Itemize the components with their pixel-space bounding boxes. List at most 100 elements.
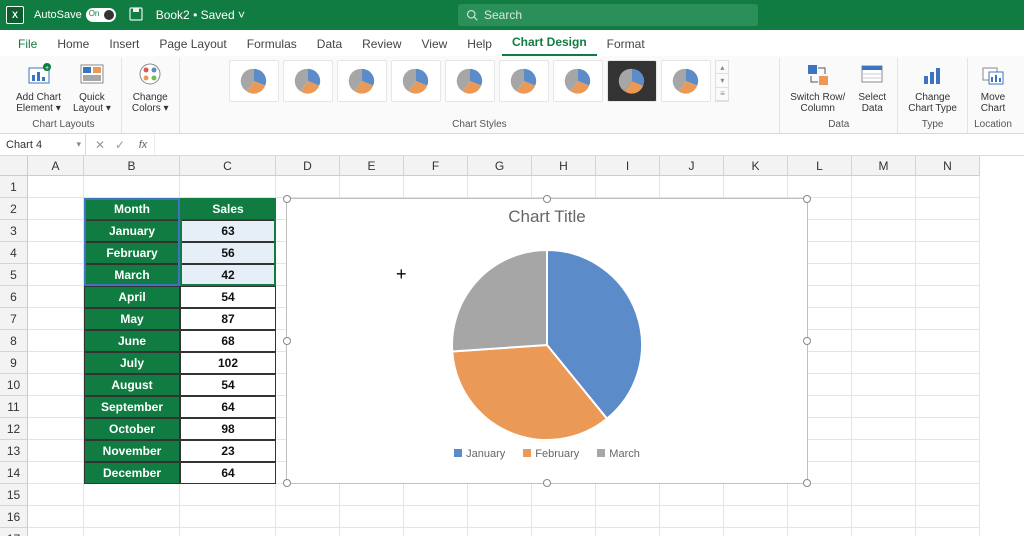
table-row[interactable]: June bbox=[84, 330, 180, 352]
table-row[interactable]: 42 bbox=[180, 264, 276, 286]
table-row[interactable]: September bbox=[84, 396, 180, 418]
tab-page-layout[interactable]: Page Layout bbox=[149, 33, 236, 56]
save-icon[interactable] bbox=[128, 6, 144, 25]
switch-row-column-button[interactable]: Switch Row/ Column bbox=[786, 60, 849, 114]
table-row[interactable]: 64 bbox=[180, 396, 276, 418]
table-row[interactable]: 87 bbox=[180, 308, 276, 330]
row-header-11[interactable]: 11 bbox=[0, 396, 28, 418]
table-row[interactable]: 64 bbox=[180, 462, 276, 484]
tab-formulas[interactable]: Formulas bbox=[237, 33, 307, 56]
col-header-C[interactable]: C bbox=[180, 156, 276, 176]
table-header-month[interactable]: Month bbox=[84, 198, 180, 220]
move-chart-button[interactable]: Move Chart bbox=[974, 60, 1012, 114]
row-header-16[interactable]: 16 bbox=[0, 506, 28, 528]
col-header-E[interactable]: E bbox=[340, 156, 404, 176]
row-header-14[interactable]: 14 bbox=[0, 462, 28, 484]
chart-style-8[interactable] bbox=[607, 60, 657, 102]
col-header-N[interactable]: N bbox=[916, 156, 980, 176]
table-row[interactable]: 54 bbox=[180, 374, 276, 396]
col-header-A[interactable]: A bbox=[28, 156, 84, 176]
select-all-corner[interactable] bbox=[0, 156, 28, 176]
table-row[interactable]: November bbox=[84, 440, 180, 462]
chart-style-4[interactable] bbox=[391, 60, 441, 102]
table-row[interactable]: 54 bbox=[180, 286, 276, 308]
tab-view[interactable]: View bbox=[412, 33, 458, 56]
row-headers[interactable]: 1234567891011121314151617 bbox=[0, 176, 28, 536]
table-row[interactable]: 56 bbox=[180, 242, 276, 264]
pie-slice-march[interactable] bbox=[452, 250, 547, 351]
confirm-formula-icon[interactable]: ✓ bbox=[112, 138, 128, 152]
tab-insert[interactable]: Insert bbox=[99, 33, 149, 56]
col-header-K[interactable]: K bbox=[724, 156, 788, 176]
table-row[interactable]: January bbox=[84, 220, 180, 242]
chart-style-3[interactable] bbox=[337, 60, 387, 102]
chart-resize-handle[interactable] bbox=[803, 479, 811, 487]
col-header-J[interactable]: J bbox=[660, 156, 724, 176]
change-colors-button[interactable]: Change Colors ▾ bbox=[128, 60, 173, 114]
tab-format[interactable]: Format bbox=[597, 33, 655, 56]
column-headers[interactable]: ABCDEFGHIJKLMN bbox=[28, 156, 1024, 176]
chart-resize-handle[interactable] bbox=[803, 337, 811, 345]
chart-resize-handle[interactable] bbox=[803, 195, 811, 203]
row-header-6[interactable]: 6 bbox=[0, 286, 28, 308]
embedded-chart[interactable]: Chart Title January February March bbox=[286, 198, 808, 484]
col-header-G[interactable]: G bbox=[468, 156, 532, 176]
col-header-L[interactable]: L bbox=[788, 156, 852, 176]
chart-style-1[interactable] bbox=[229, 60, 279, 102]
chart-resize-handle[interactable] bbox=[283, 479, 291, 487]
col-header-I[interactable]: I bbox=[596, 156, 660, 176]
row-header-15[interactable]: 15 bbox=[0, 484, 28, 506]
row-header-2[interactable]: 2 bbox=[0, 198, 28, 220]
chart-style-7[interactable] bbox=[553, 60, 603, 102]
col-header-H[interactable]: H bbox=[532, 156, 596, 176]
row-header-8[interactable]: 8 bbox=[0, 330, 28, 352]
spreadsheet-grid[interactable]: ABCDEFGHIJKLMN 1234567891011121314151617… bbox=[0, 156, 1024, 536]
row-header-5[interactable]: 5 bbox=[0, 264, 28, 286]
cancel-formula-icon[interactable]: ✕ bbox=[92, 138, 108, 152]
row-header-17[interactable]: 17 bbox=[0, 528, 28, 536]
table-row[interactable]: 63 bbox=[180, 220, 276, 242]
table-row[interactable]: March bbox=[84, 264, 180, 286]
autosave-toggle[interactable]: AutoSave On bbox=[34, 8, 116, 22]
pie-chart[interactable] bbox=[287, 235, 807, 445]
row-header-3[interactable]: 3 bbox=[0, 220, 28, 242]
tab-help[interactable]: Help bbox=[457, 33, 502, 56]
table-row[interactable]: December bbox=[84, 462, 180, 484]
table-row[interactable]: August bbox=[84, 374, 180, 396]
table-row[interactable]: 98 bbox=[180, 418, 276, 440]
chart-legend[interactable]: January February March bbox=[287, 448, 807, 466]
chart-style-2[interactable] bbox=[283, 60, 333, 102]
search-input[interactable]: Search bbox=[458, 4, 758, 26]
row-header-10[interactable]: 10 bbox=[0, 374, 28, 396]
table-row[interactable]: February bbox=[84, 242, 180, 264]
chart-resize-handle[interactable] bbox=[543, 479, 551, 487]
row-header-12[interactable]: 12 bbox=[0, 418, 28, 440]
row-header-1[interactable]: 1 bbox=[0, 176, 28, 198]
table-row[interactable]: October bbox=[84, 418, 180, 440]
row-header-7[interactable]: 7 bbox=[0, 308, 28, 330]
chart-resize-handle[interactable] bbox=[543, 195, 551, 203]
quick-layout-button[interactable]: Quick Layout ▾ bbox=[69, 60, 115, 114]
table-row[interactable]: 23 bbox=[180, 440, 276, 462]
table-row[interactable]: April bbox=[84, 286, 180, 308]
table-row[interactable]: May bbox=[84, 308, 180, 330]
row-header-9[interactable]: 9 bbox=[0, 352, 28, 374]
table-row[interactable]: July bbox=[84, 352, 180, 374]
chart-styles-scroll[interactable]: ▴▾≡ bbox=[715, 60, 729, 102]
table-header-sales[interactable]: Sales bbox=[180, 198, 276, 220]
col-header-M[interactable]: M bbox=[852, 156, 916, 176]
tab-chart-design[interactable]: Chart Design bbox=[502, 31, 597, 56]
document-title[interactable]: Book2 • Saved ˅ bbox=[156, 8, 245, 22]
chart-resize-handle[interactable] bbox=[283, 337, 291, 345]
table-row[interactable]: 68 bbox=[180, 330, 276, 352]
tab-home[interactable]: Home bbox=[47, 33, 99, 56]
tab-review[interactable]: Review bbox=[352, 33, 411, 56]
add-chart-element-button[interactable]: + Add Chart Element ▾ bbox=[12, 60, 65, 114]
select-data-button[interactable]: Select Data bbox=[853, 60, 891, 114]
chart-style-9[interactable] bbox=[661, 60, 711, 102]
tab-file[interactable]: File bbox=[8, 33, 47, 56]
col-header-B[interactable]: B bbox=[84, 156, 180, 176]
name-box[interactable]: Chart 4 bbox=[0, 134, 86, 155]
chart-resize-handle[interactable] bbox=[283, 195, 291, 203]
col-header-F[interactable]: F bbox=[404, 156, 468, 176]
